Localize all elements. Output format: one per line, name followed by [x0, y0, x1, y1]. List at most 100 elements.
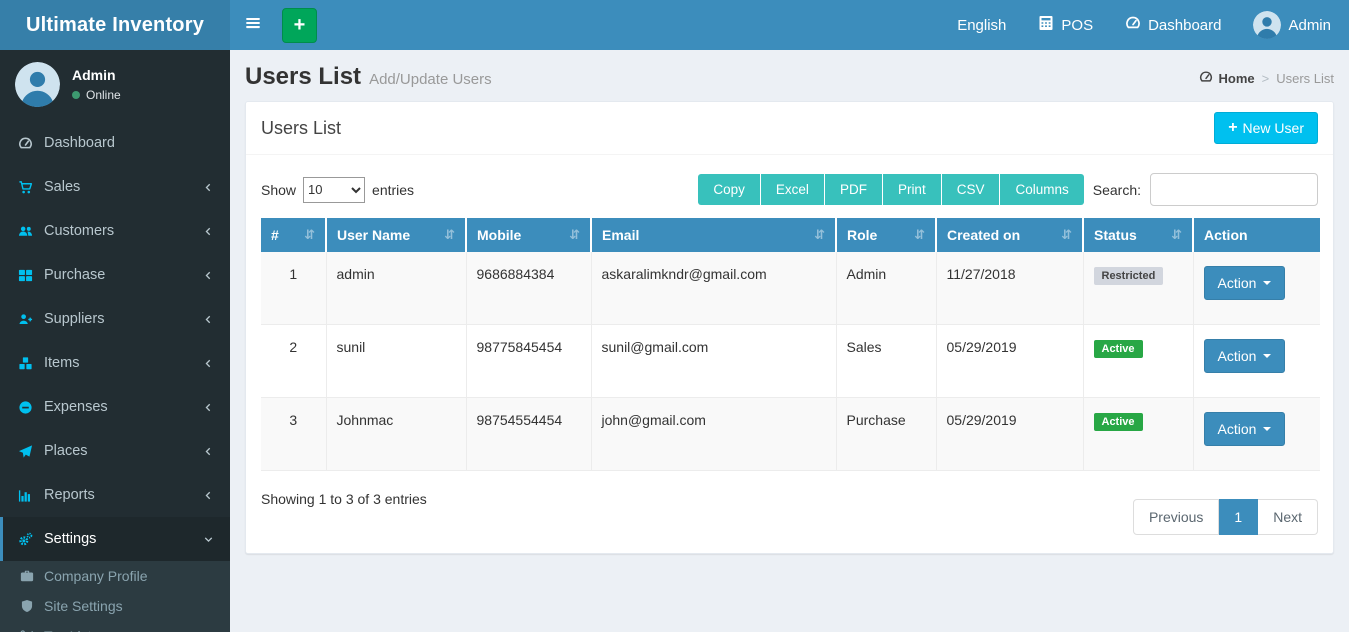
new-user-button[interactable]: + New User [1214, 112, 1318, 144]
breadcrumb-home-link[interactable]: Home [1199, 70, 1254, 87]
sidebar-item-customers[interactable]: Customers [0, 209, 230, 253]
gauge-icon [18, 136, 44, 151]
page-length-control: Show 10 entries [261, 177, 414, 203]
pos-link[interactable]: POS [1038, 15, 1093, 35]
print-button[interactable]: Print [882, 174, 941, 205]
sidebar-item-label: Sales [44, 179, 80, 195]
next-page-button[interactable]: Next [1258, 499, 1318, 535]
app-logo[interactable]: Ultimate Inventory [0, 0, 230, 50]
sort-icon: ⇵ [298, 227, 315, 243]
breadcrumb-separator: > [1262, 71, 1270, 86]
chevron-left-icon [202, 269, 215, 282]
csv-button[interactable]: CSV [941, 174, 1000, 205]
cell-status: Active [1083, 398, 1193, 471]
cell-mobile: 98754554454 [466, 398, 591, 471]
search-input[interactable] [1150, 173, 1318, 206]
user-menu[interactable]: Admin [1253, 11, 1331, 39]
navbar-right: English POS Dashboard [957, 11, 1349, 39]
users-icon [18, 224, 44, 239]
previous-page-button[interactable]: Previous [1133, 499, 1219, 535]
page-1-button[interactable]: 1 [1219, 499, 1258, 535]
sort-icon: ⇵ [908, 227, 925, 243]
hamburger-icon [244, 14, 262, 37]
submenu-item-label: Company Profile [44, 568, 148, 584]
column-header-num[interactable]: #⇵ [261, 218, 326, 252]
table-row: 2 sunil 98775845454 sunil@gmail.com Sale… [261, 325, 1320, 398]
panel-body: Show 10 entries Copy Excel PDF Prin [246, 155, 1333, 553]
dashboard-link[interactable]: Dashboard [1125, 15, 1221, 35]
submenu-item-tax-list[interactable]: Tax List [0, 621, 230, 632]
cell-status: Active [1083, 325, 1193, 398]
dashboard-label: Dashboard [1148, 17, 1221, 34]
page-title: Users List [245, 63, 361, 91]
sidebar-toggle-button[interactable] [230, 0, 276, 50]
cell-email: john@gmail.com [591, 398, 836, 471]
chevron-left-icon [202, 313, 215, 326]
sidebar-item-suppliers[interactable]: Suppliers [0, 297, 230, 341]
new-user-button-label: New User [1243, 120, 1304, 136]
pdf-button[interactable]: PDF [824, 174, 882, 205]
user-plus-icon [18, 312, 44, 327]
dashboard-icon [1125, 15, 1141, 35]
submenu-item-site-settings[interactable]: Site Settings [0, 591, 230, 621]
cell-num: 3 [261, 398, 326, 471]
sidebar-item-reports[interactable]: Reports [0, 473, 230, 517]
users-list-panel: Users List + New User Show 10 entries [245, 101, 1334, 554]
online-status-label: Online [86, 88, 121, 102]
columns-button[interactable]: Columns [999, 174, 1083, 205]
language-menu[interactable]: English [957, 17, 1006, 34]
sidebar-item-label: Reports [44, 487, 95, 503]
sidebar-item-settings[interactable]: Settings [0, 517, 230, 561]
column-header-email[interactable]: Email⇵ [591, 218, 836, 252]
sidebar-item-places[interactable]: Places [0, 429, 230, 473]
action-dropdown-button[interactable]: Action [1204, 412, 1286, 446]
quick-add-button[interactable]: + [282, 8, 317, 43]
cell-role: Admin [836, 252, 936, 325]
column-header-status[interactable]: Status⇵ [1083, 218, 1193, 252]
page-length-select[interactable]: 10 [303, 177, 365, 203]
submenu-item-label: Site Settings [44, 598, 123, 614]
caret-down-icon [1263, 281, 1271, 285]
sidebar-item-label: Settings [44, 531, 96, 547]
column-header-mobile[interactable]: Mobile⇵ [466, 218, 591, 252]
chevron-left-icon [202, 401, 215, 414]
sidebar-item-dashboard[interactable]: Dashboard [0, 121, 230, 165]
calculator-icon [1038, 15, 1054, 35]
shield-icon [20, 599, 44, 613]
chevron-left-icon [202, 181, 215, 194]
cell-created: 11/27/2018 [936, 252, 1083, 325]
column-header-action: Action [1193, 218, 1320, 252]
table-toolbar: Show 10 entries Copy Excel PDF Prin [261, 165, 1318, 218]
avatar [1253, 11, 1281, 39]
sidebar-item-items[interactable]: Items [0, 341, 230, 385]
copy-button[interactable]: Copy [698, 174, 760, 205]
sort-icon: ⇵ [438, 227, 455, 243]
action-dropdown-button[interactable]: Action [1204, 266, 1286, 300]
action-dropdown-button[interactable]: Action [1204, 339, 1286, 373]
excel-button[interactable]: Excel [760, 174, 824, 205]
language-label: English [957, 17, 1006, 34]
cell-username: Johnmac [326, 398, 466, 471]
show-label: Show [261, 182, 296, 198]
breadcrumb: Home > Users List [1199, 70, 1334, 87]
sidebar-item-sales[interactable]: Sales [0, 165, 230, 209]
online-status-icon [72, 91, 80, 99]
sidebar-item-expenses[interactable]: Expenses [0, 385, 230, 429]
cell-mobile: 98775845454 [466, 325, 591, 398]
avatar [15, 62, 60, 107]
sidebar-user-panel: Admin Online [0, 50, 230, 121]
submenu-item-label: Tax List [44, 628, 91, 632]
cart-icon [18, 180, 44, 195]
submenu-item-company-profile[interactable]: Company Profile [0, 561, 230, 591]
sidebar-item-purchase[interactable]: Purchase [0, 253, 230, 297]
chevron-down-icon [202, 533, 215, 546]
minus-circle-icon [18, 400, 44, 415]
page-subtitle: Add/Update Users [369, 71, 492, 88]
column-header-created[interactable]: Created on⇵ [936, 218, 1083, 252]
column-header-role[interactable]: Role⇵ [836, 218, 936, 252]
panel-title: Users List [261, 118, 341, 139]
sidebar-item-label: Purchase [44, 267, 105, 283]
user-menu-label: Admin [1288, 17, 1331, 34]
column-header-username[interactable]: User Name⇵ [326, 218, 466, 252]
settings-submenu: Company Profile Site Settings Tax List [0, 561, 230, 632]
